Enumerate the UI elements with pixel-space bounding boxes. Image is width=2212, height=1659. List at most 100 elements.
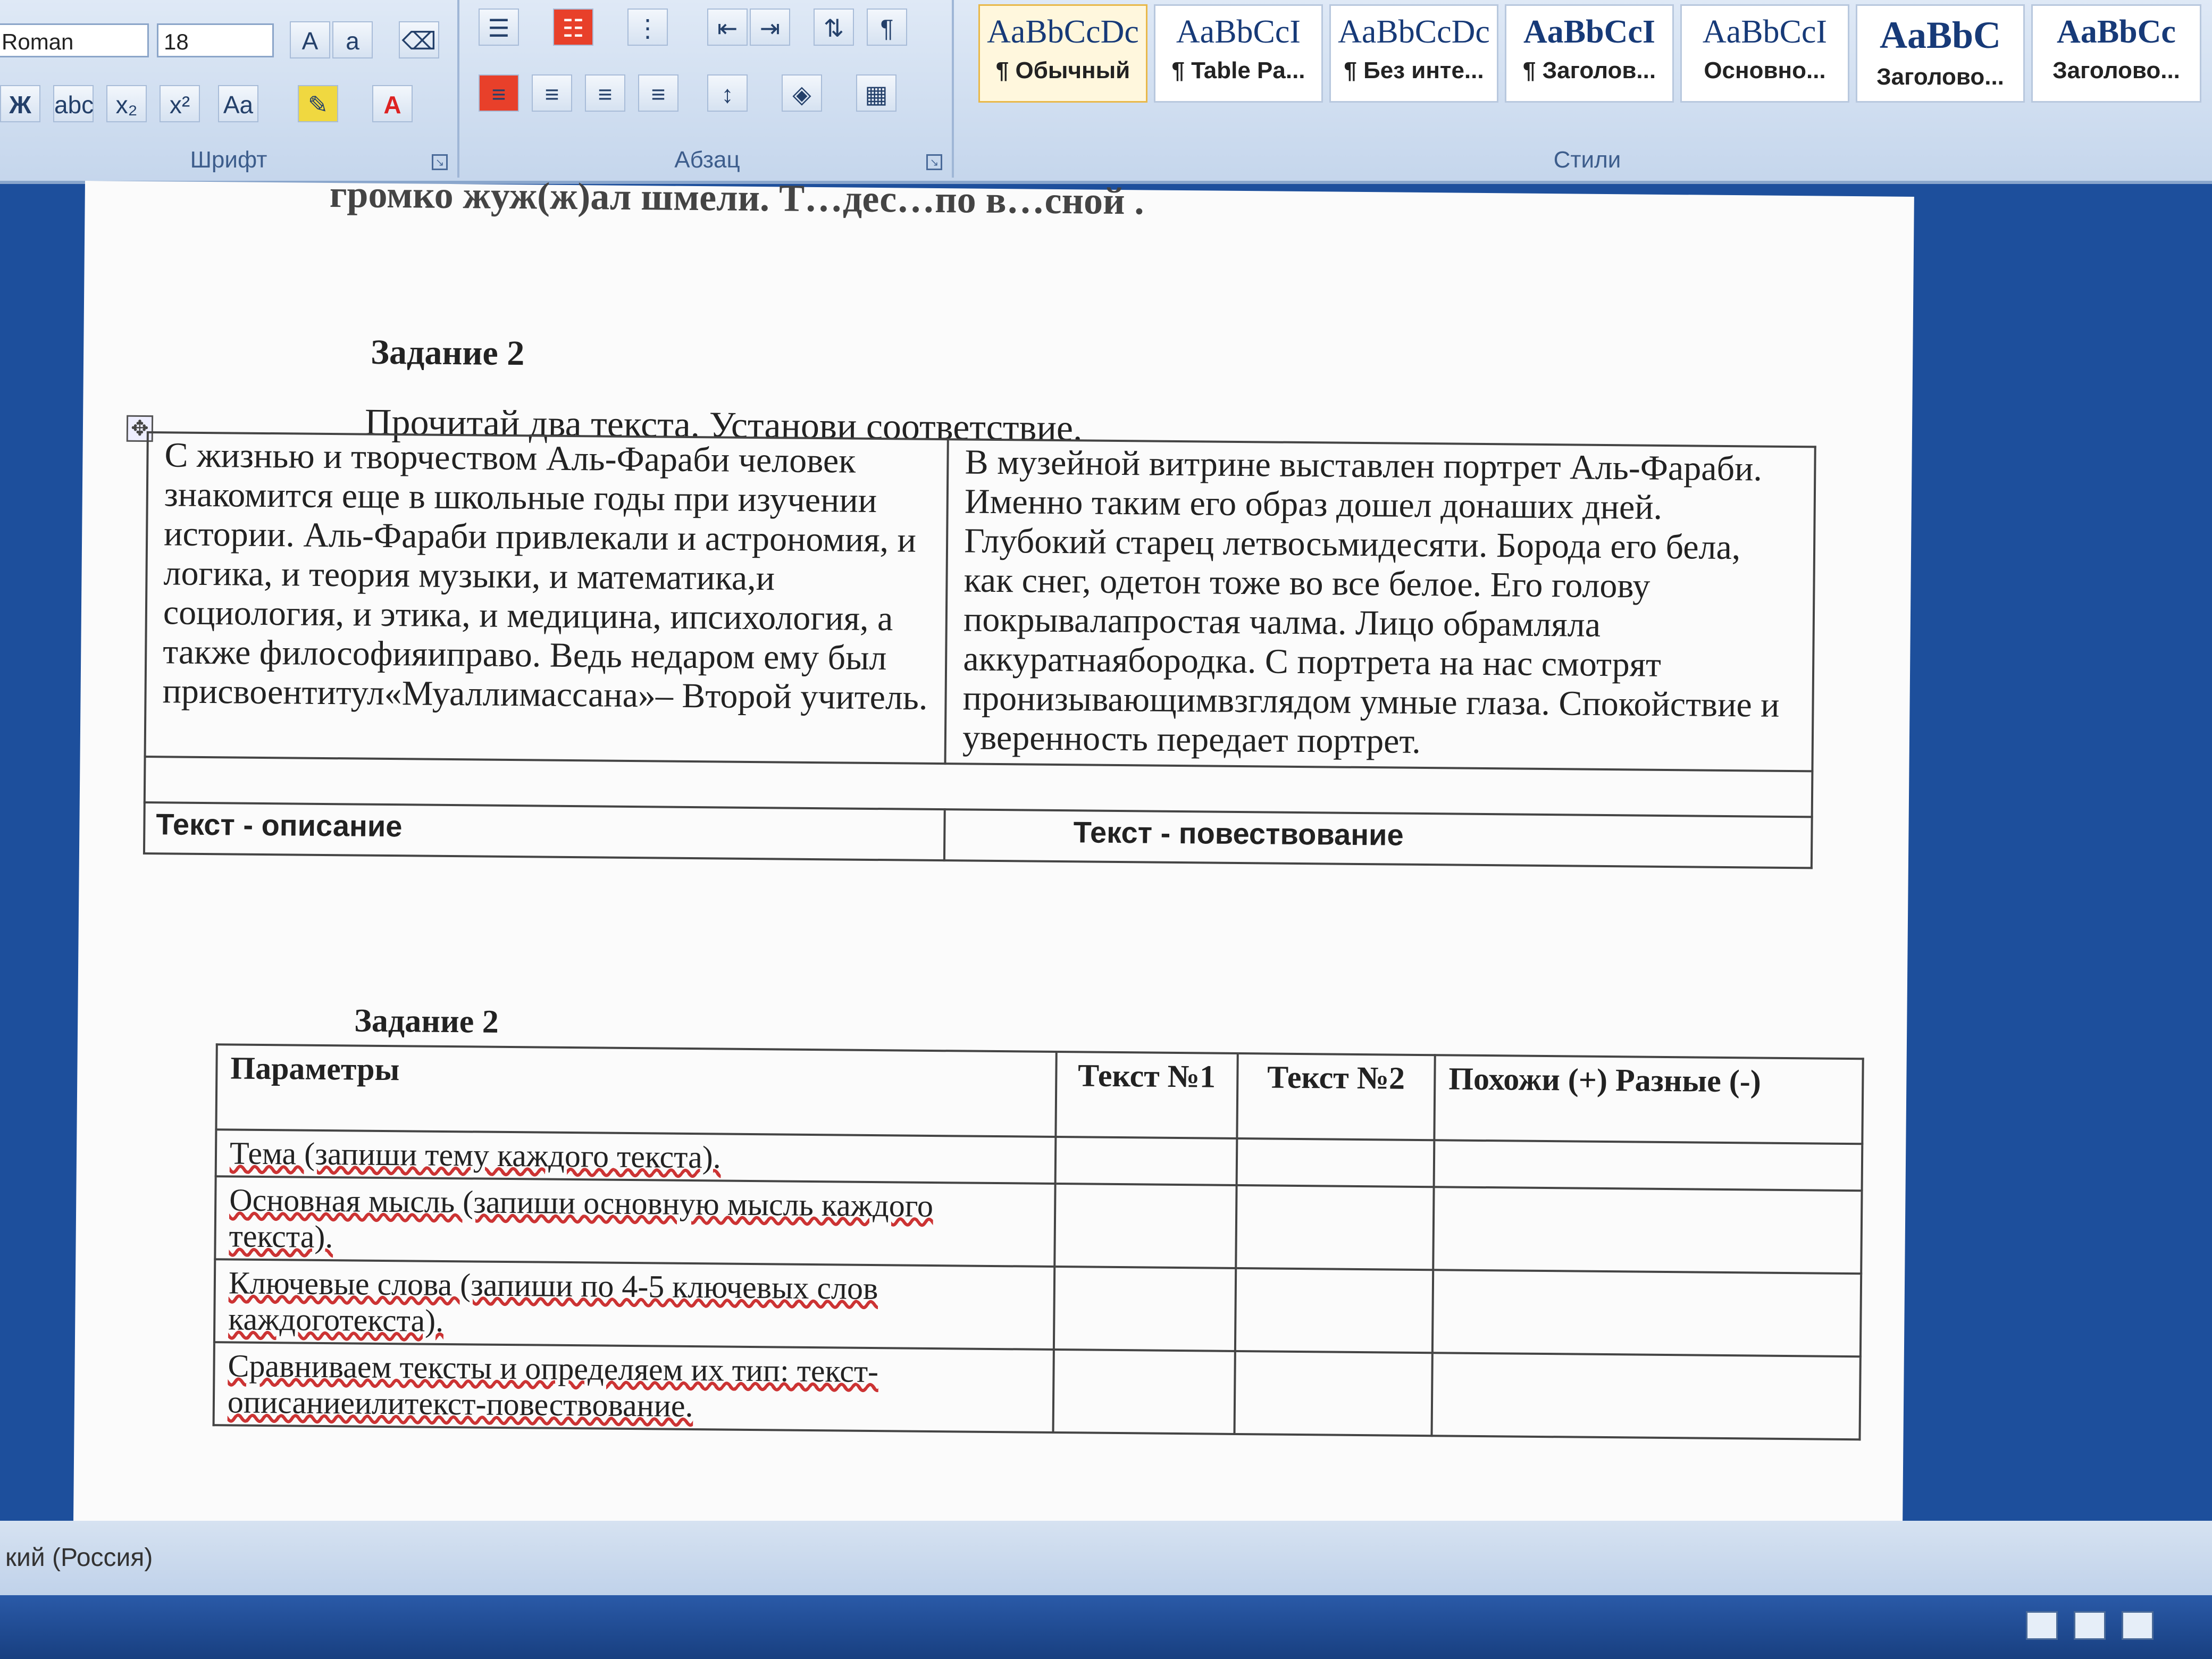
line-spacing-button[interactable]: ↕: [707, 74, 748, 112]
styles-group: AaBbCcDc ¶ Обычный AaBbCcI ¶ Table Pa...…: [962, 0, 2212, 178]
texts-table: С жизнью и творчеством Аль-Фараби челове…: [143, 431, 1816, 869]
styles-group-label: Стили: [1553, 147, 1621, 173]
text1-cell[interactable]: С жизнью и творчеством Аль-Фараби челове…: [145, 432, 949, 764]
previous-line-text: громко жуж(ж)ал шмели. Т…дес…по в…сной .: [329, 173, 1144, 223]
label2-cell[interactable]: Текст - повествование: [944, 809, 1812, 868]
paragraph-dialog-launcher-icon[interactable]: ↘: [926, 154, 942, 170]
cell-empty[interactable]: [1053, 1266, 1236, 1351]
row-theme[interactable]: Тема (запиши тему каждого текста).: [215, 1129, 1056, 1184]
header-label: Текст №2: [1267, 1059, 1405, 1096]
change-case-button[interactable]: Aa: [218, 85, 258, 122]
shrink-font-button[interactable]: a: [332, 21, 373, 58]
header-text2[interactable]: Текст №2: [1236, 1053, 1435, 1141]
font-group: Roman 18 A a ⌫ Ж abc x₂ x² Aa ✎ A Шрифт …: [0, 0, 459, 178]
ribbon: Roman 18 A a ⌫ Ж abc x₂ x² Aa ✎ A Шрифт …: [0, 0, 2212, 184]
style-sample: AaBbCcDc: [1338, 14, 1490, 50]
cell-empty[interactable]: [1053, 1349, 1235, 1434]
show-marks-button[interactable]: ¶: [867, 9, 907, 46]
text2-cell[interactable]: В музейной витрине выставлен портрет Аль…: [945, 439, 1815, 772]
style-tile-main[interactable]: AaBbCcI Основно...: [1680, 4, 1849, 103]
header-text1[interactable]: Текст №1: [1055, 1052, 1238, 1138]
cell-empty[interactable]: [1432, 1270, 1862, 1357]
sort-button[interactable]: ⇅: [814, 9, 854, 46]
strikethrough-button[interactable]: abc: [53, 85, 94, 122]
cell-empty[interactable]: [1433, 1187, 1862, 1274]
row-compare-type[interactable]: Сравниваем тексты и определяем их тип: т…: [213, 1342, 1054, 1432]
style-tile-no-spacing[interactable]: AaBbCcDc ¶ Без инте...: [1329, 4, 1498, 103]
font-group-label: Шрифт: [190, 147, 267, 173]
style-name: ¶ Table Pa...: [1171, 57, 1305, 83]
row-keywords[interactable]: Ключевые слова (запиши по 4-5 ключевых с…: [214, 1259, 1055, 1350]
style-name: ¶ Заголов...: [1522, 57, 1656, 83]
style-sample: AaBbCcI: [1523, 14, 1656, 50]
highlight-color-button[interactable]: ✎: [298, 85, 338, 122]
row-label: Основная мысль (запиши основную мысль ка…: [229, 1182, 934, 1255]
style-name: ¶ Обычный: [995, 57, 1130, 83]
decrease-indent-button[interactable]: ⇤: [707, 9, 748, 46]
cell-empty[interactable]: [1235, 1268, 1434, 1353]
cell-empty[interactable]: [1434, 1140, 1863, 1191]
numbering-button[interactable]: ☷: [553, 9, 593, 46]
print-layout-view-icon[interactable]: [2026, 1611, 2058, 1640]
clear-format-button[interactable]: ⌫: [399, 21, 439, 58]
increase-indent-button[interactable]: ⇥: [750, 9, 790, 46]
style-sample: AaBbCcI: [1702, 14, 1828, 50]
bold-button[interactable]: Ж: [0, 85, 40, 122]
cell-empty[interactable]: [1054, 1183, 1237, 1268]
style-tile-table-paragraph[interactable]: AaBbCcI ¶ Table Pa...: [1154, 4, 1323, 103]
label-description: Текст - описание: [156, 807, 403, 843]
font-dialog-launcher-icon[interactable]: ↘: [432, 154, 448, 170]
multilevel-list-button[interactable]: ⋮: [627, 9, 668, 46]
header-label: Текст №1: [1077, 1058, 1216, 1094]
row-label: Ключевые слова (запиши по 4-5 ключевых с…: [228, 1265, 878, 1338]
style-name: ¶ Без инте...: [1344, 57, 1484, 83]
full-screen-view-icon[interactable]: [2074, 1611, 2106, 1640]
shading-button[interactable]: ◈: [782, 74, 822, 112]
cell-empty[interactable]: [1236, 1138, 1435, 1187]
language-indicator[interactable]: кий (Россия): [5, 1544, 153, 1572]
web-layout-view-icon[interactable]: [2122, 1611, 2154, 1640]
document-page[interactable]: громко жуж(ж)ал шмели. Т…дес…по в…сной .…: [73, 173, 1914, 1579]
header-parameters[interactable]: Параметры: [216, 1044, 1057, 1137]
header-similar-different[interactable]: Похожи (+) Разные (-): [1434, 1055, 1863, 1144]
style-name: Заголово...: [1876, 64, 2004, 90]
text1-content: С жизнью и творчеством Аль-Фараби челове…: [162, 435, 928, 717]
task2-title: Задание 2: [354, 1002, 499, 1040]
subscript-button[interactable]: x₂: [106, 85, 147, 122]
style-tile-heading-1[interactable]: AaBbC Заголово...: [1856, 4, 2025, 103]
header-label: Параметры: [230, 1050, 400, 1087]
style-name: Основно...: [1704, 57, 1826, 83]
bullets-button[interactable]: ☰: [479, 9, 519, 46]
align-center-button[interactable]: ≡: [532, 74, 572, 112]
style-sample: AaBbCc: [2057, 14, 2176, 50]
cell-empty[interactable]: [1235, 1185, 1434, 1270]
paragraph-group-label: Абзац: [674, 147, 740, 173]
row-label: Тема (запиши тему каждого текста).: [229, 1135, 722, 1175]
superscript-button[interactable]: x²: [160, 85, 200, 122]
align-left-button[interactable]: ≡: [479, 74, 519, 112]
status-bar: кий (Россия): [0, 1521, 2212, 1595]
taskbar: [0, 1595, 2212, 1659]
row-main-idea[interactable]: Основная мысль (запиши основную мысль ка…: [215, 1176, 1055, 1267]
style-name: Заголово...: [2052, 57, 2180, 83]
justify-button[interactable]: ≡: [638, 74, 678, 112]
cell-empty[interactable]: [1431, 1353, 1861, 1440]
style-sample: AaBbCcI: [1176, 14, 1301, 50]
cell-empty[interactable]: [1055, 1136, 1237, 1185]
font-name-combo[interactable]: Roman: [0, 23, 149, 57]
style-sample: AaBbCcDc: [987, 14, 1139, 50]
label1-cell[interactable]: Текст - описание: [144, 802, 945, 861]
align-right-button[interactable]: ≡: [585, 74, 625, 112]
style-tile-heading-2[interactable]: AaBbCc Заголово...: [2031, 4, 2201, 103]
task1-title: Задание 2: [370, 332, 525, 373]
parameters-table: Параметры Текст №1 Текст №2 Похожи (+) Р…: [213, 1043, 1864, 1440]
borders-button[interactable]: ▦: [856, 74, 896, 112]
cell-empty[interactable]: [1234, 1351, 1432, 1436]
font-color-button[interactable]: A: [372, 85, 413, 122]
grow-font-button[interactable]: A: [290, 21, 330, 58]
style-tile-heading[interactable]: AaBbCcI ¶ Заголов...: [1505, 4, 1674, 103]
style-tile-normal[interactable]: AaBbCcDc ¶ Обычный: [978, 4, 1147, 103]
paragraph-group: ☰ ☷ ⋮ ⇤ ⇥ ⇅ ¶ ≡ ≡ ≡ ≡ ↕ ◈ ▦ Абзац ↘: [463, 0, 954, 178]
font-size-combo[interactable]: 18: [157, 23, 274, 57]
style-sample: AaBbC: [1879, 14, 2001, 56]
